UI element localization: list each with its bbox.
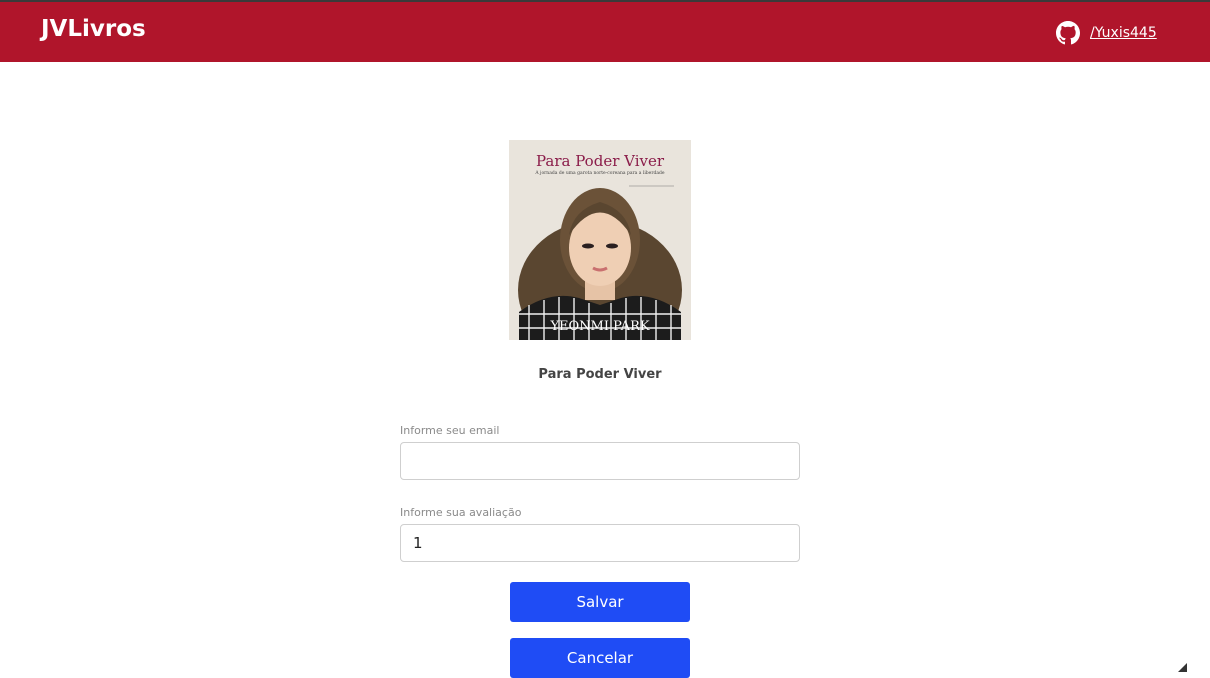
email-label: Informe seu email <box>400 424 500 437</box>
brand-logo[interactable]: JVLivros <box>41 16 146 42</box>
cancel-button[interactable]: Cancelar <box>510 638 690 678</box>
book-cover-image: Para Poder Viver A jornada de uma garota… <box>509 140 691 340</box>
email-field[interactable] <box>400 442 800 480</box>
rating-field[interactable] <box>400 524 800 562</box>
github-icon <box>1056 21 1080 45</box>
resize-handle[interactable] <box>1178 663 1187 672</box>
cover-subtitle-text: A jornada de uma garota norte-coreana pa… <box>534 170 665 176</box>
navbar: JVLivros /Yuxis445 <box>0 2 1210 62</box>
save-button[interactable]: Salvar <box>510 582 690 622</box>
rating-label: Informe sua avaliação <box>400 506 522 519</box>
github-username: /Yuxis445 <box>1090 25 1157 41</box>
cover-title-text: Para Poder Viver <box>536 152 665 170</box>
github-profile-link[interactable]: /Yuxis445 <box>1056 20 1157 46</box>
cover-author-text: YEONMI PARK <box>549 319 649 334</box>
book-title: Para Poder Viver <box>538 367 662 382</box>
